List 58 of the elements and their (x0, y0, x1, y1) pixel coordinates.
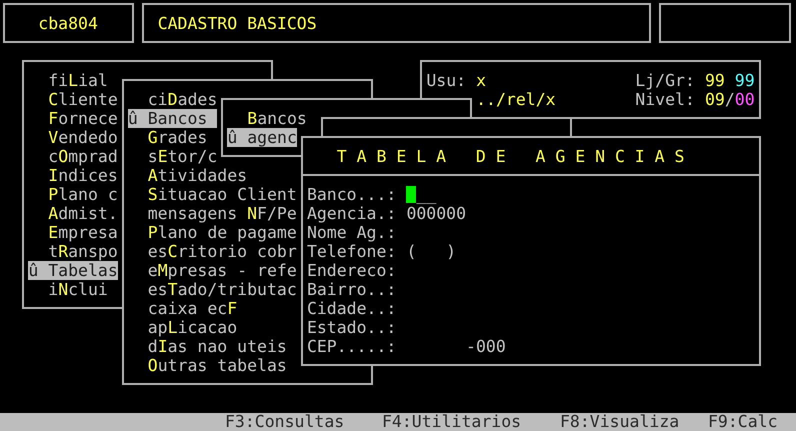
menu-item[interactable]: Plano de pagame (148, 222, 297, 242)
function-key-hint[interactable]: F3:Consultas (225, 413, 344, 431)
menu-item[interactable]: Indices (48, 166, 118, 184)
field-label: Telefone: (306, 242, 396, 260)
level-label: Nivel: (635, 90, 695, 108)
menu-item[interactable]: Cliente (48, 90, 118, 108)
menu-item[interactable]: Fornece (48, 108, 118, 128)
field-label: Nome Ag.: (306, 222, 396, 242)
menu-item[interactable]: esCritorio cobr (148, 242, 297, 260)
screen-title: CADASTRO BASICOS (158, 14, 317, 32)
menu-item[interactable]: Plano c (48, 184, 118, 204)
function-key-hint[interactable]: F4:Utilitarios (382, 413, 522, 431)
field-label: Agencia.: (306, 204, 396, 222)
menu-item[interactable]: tRanspo (48, 242, 118, 260)
menu-item[interactable]: ciDades (148, 90, 218, 108)
menu-item[interactable]: esTado/tributac (148, 280, 297, 298)
menu-item[interactable]: Outras tabelas (148, 356, 287, 374)
function-key-hint[interactable]: F8:Visualiza (560, 413, 680, 431)
field-value[interactable]: ( ) (406, 242, 456, 260)
menu-item[interactable]: eMpresas - refe (148, 260, 297, 280)
store-value: 99 (704, 70, 725, 90)
menu-item[interactable]: Empresa (48, 222, 118, 242)
dialog-title: T A B E L A D E A G E N C I A S (336, 146, 684, 166)
level-max-value: 00 (734, 90, 755, 108)
menu-item[interactable]: iNclui (48, 280, 108, 298)
menu-item[interactable]: sEtor/c (148, 146, 218, 166)
menu-item[interactable]: Situacao Client (148, 184, 297, 204)
field-label: Banco...: (306, 184, 396, 204)
menu-item[interactable]: Admist. (48, 204, 118, 222)
level-value: 09 (704, 90, 725, 108)
path-text: ../rel/x (476, 90, 556, 108)
menu-item[interactable]: û Bancos (128, 108, 218, 128)
field-label: CEP.....: (306, 336, 396, 356)
store-group-label: Lj/Gr: (635, 70, 695, 90)
menu-item[interactable]: Atividades (148, 166, 248, 184)
program-code: cba804 (38, 14, 98, 32)
menu-item[interactable]: Vendedo (48, 128, 118, 146)
field-label: Endereco: (306, 260, 396, 280)
menu-item[interactable]: fiLial (48, 70, 108, 90)
menu-item[interactable]: dIas nao uteis (148, 336, 287, 356)
menu-item[interactable]: mensagens NF/Pe (148, 204, 297, 222)
field-value[interactable]: __ (416, 184, 436, 204)
group-value: 99 (734, 70, 755, 90)
menu-item[interactable]: Grades (148, 128, 208, 146)
user-label: Usu: (426, 70, 466, 90)
user-value: x (476, 70, 486, 90)
field-label: Estado..: (306, 318, 396, 336)
field-label: Cidade..: (306, 298, 396, 318)
menu-item[interactable]: apLicacao (148, 318, 238, 336)
menu-item[interactable]: û agenc (227, 128, 297, 146)
menu-item[interactable]: cOmprad (48, 146, 118, 166)
field-label: Bairro..: (306, 280, 396, 298)
field-value[interactable]: -000 (406, 336, 506, 356)
menu-item[interactable]: caixa ecF (148, 298, 238, 318)
function-key-hint[interactable]: F9:Calc (708, 413, 778, 431)
level-separator: / (724, 90, 735, 108)
menu-item[interactable]: Bancos (247, 108, 307, 128)
menu-item[interactable]: û Tabelas (28, 260, 118, 280)
